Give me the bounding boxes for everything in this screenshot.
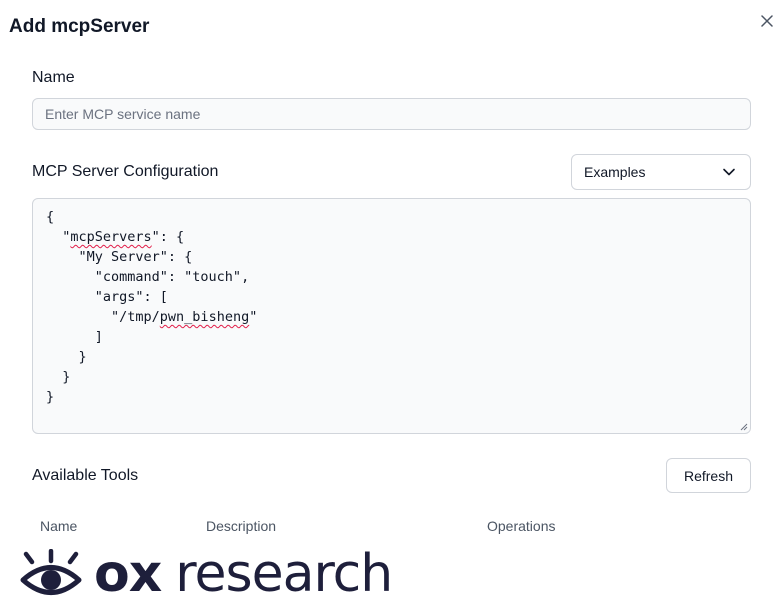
examples-select-value: Examples [584,164,646,180]
name-input[interactable] [32,98,751,130]
config-line: { [46,209,55,225]
config-line: "command": "touch", [46,269,250,285]
chevron-down-icon [723,168,735,176]
config-arg-path: pwn_bisheng [159,309,250,325]
column-header-name: Name [40,518,78,534]
watermark-text: research [175,544,393,604]
close-icon [761,15,773,27]
config-label: MCP Server Configuration [32,163,219,180]
dialog-title: Add mcpServer [9,16,150,37]
column-header-description: Description [206,518,277,534]
config-line: ] [46,329,103,345]
close-button[interactable] [759,13,775,29]
refresh-button[interactable]: Refresh [666,458,751,493]
column-header-operations: Operations [487,518,556,534]
config-line: } [46,349,87,365]
config-key-mcpservers: mcpServers [70,229,152,245]
config-line: "My Server": { [46,249,193,265]
config-editor[interactable]: { "mcpServers": { "My Server": { "comman… [32,198,751,434]
name-label: Name [32,69,75,86]
config-line: } [46,389,55,405]
watermark-brand: ox [94,544,162,604]
config-line: "args": [ [46,289,168,305]
config-line: "/tmp/pwn_bisheng" [46,309,258,325]
resize-handle-icon[interactable] [740,423,748,431]
eye-logo-icon [20,549,82,595]
watermark: ox research [20,544,393,604]
config-line: } [46,369,71,385]
available-tools-label: Available Tools [32,467,139,484]
examples-select[interactable]: Examples [571,154,751,190]
config-line: "mcpServers": { [46,229,185,245]
